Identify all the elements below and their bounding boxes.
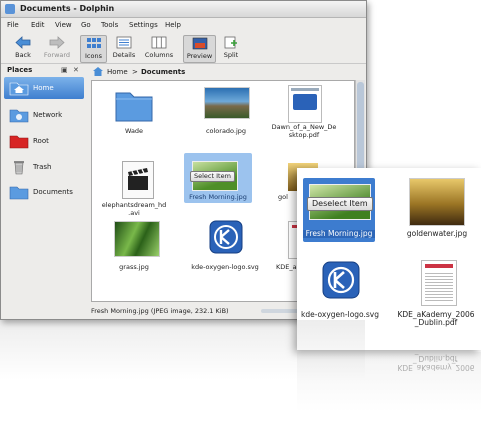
file-name: colorado.jpg <box>205 127 247 135</box>
panel-float-button[interactable]: ▣ <box>61 66 68 74</box>
pdf-thumbnail-dawn[interactable] <box>288 85 322 123</box>
folder-icon <box>115 92 153 122</box>
file-name: Fresh Morning.jpg <box>303 230 375 238</box>
home-icon[interactable] <box>93 67 103 76</box>
breadcrumb-current[interactable]: Documents <box>141 68 185 76</box>
columns-view-icon <box>151 36 167 49</box>
place-label: Root <box>33 137 49 145</box>
place-network[interactable]: Network <box>4 104 84 126</box>
icons-view-label: Icons <box>85 52 102 60</box>
split-view-icon <box>224 36 237 49</box>
columns-view-button[interactable]: Columns <box>142 35 176 61</box>
file-item-wade[interactable] <box>114 87 154 123</box>
file-name: gol <box>278 193 288 201</box>
file-name-line: .avi <box>128 209 140 217</box>
file-name: KDE_aKademy_2006 _Dublin.pdf <box>391 311 481 327</box>
place-trash[interactable]: Trash <box>4 156 84 178</box>
menu-bar: File Edit View Go Tools Settings Help <box>1 18 366 32</box>
pdf-thumbnail-kde-akademy[interactable] <box>421 260 457 306</box>
trash-icon <box>14 161 24 175</box>
details-view-button[interactable]: Details <box>109 35 139 61</box>
back-button[interactable]: Back <box>7 35 39 61</box>
places-title: Places <box>7 66 33 74</box>
file-name: Wade <box>124 127 144 135</box>
preview-toggle-button[interactable]: Preview <box>183 35 216 63</box>
file-name: grass.jpg <box>119 263 149 271</box>
pdf-header-line <box>425 264 453 268</box>
place-label: Documents <box>33 188 73 196</box>
forward-button[interactable]: Forward <box>41 35 73 61</box>
place-documents[interactable]: Documents <box>4 181 84 203</box>
reflected-caption-line: _Dublin.pdf <box>414 354 458 363</box>
preview-icon <box>192 37 207 50</box>
file-name-line: _Dublin.pdf <box>414 318 458 327</box>
file-name-line: sktop.pdf <box>288 131 320 139</box>
breadcrumb-separator: > <box>132 68 138 76</box>
place-label: Trash <box>33 163 52 171</box>
kde-logo-icon <box>209 220 243 254</box>
icons-view-icon <box>86 38 101 48</box>
title-bar[interactable]: Documents - Dolphin <box>1 1 366 18</box>
dolphin-app-icon <box>5 4 15 14</box>
select-item-badge[interactable]: Select Item <box>190 171 235 182</box>
reflected-caption: KDE_aKademy_2006 _Dublin.pdf <box>392 354 480 372</box>
kde-logo-icon <box>322 261 360 299</box>
deselect-item-badge[interactable]: Deselect Item <box>307 197 373 211</box>
back-label: Back <box>15 51 31 59</box>
menu-edit[interactable]: Edit <box>31 21 45 29</box>
file-name: elephantsdream_hd .avi <box>94 201 174 217</box>
file-item-elephantsdream[interactable] <box>122 161 154 199</box>
menu-file[interactable]: File <box>7 21 19 29</box>
file-name: kde-oxygen-logo.svg <box>300 310 379 319</box>
main-toolbar: Back Forward Icons Details Columns Previ… <box>1 33 366 64</box>
preview-label: Preview <box>186 52 213 60</box>
menu-go[interactable]: Go <box>81 21 91 29</box>
file-name-line: Dawn_of_a_New_De <box>271 123 337 131</box>
place-root[interactable]: Root <box>4 130 84 152</box>
columns-view-label: Columns <box>144 51 174 59</box>
kde-logo-icon <box>293 94 317 110</box>
window-title: Documents - Dolphin <box>20 4 115 13</box>
menu-tools[interactable]: Tools <box>101 21 118 29</box>
places-panel: Places ▣ ✕ Home Network Root Trash Docum… <box>1 64 87 304</box>
file-name: goldenwater.jpg <box>406 229 468 238</box>
icons-view-button[interactable]: Icons <box>80 35 107 63</box>
home-folder-icon <box>9 82 29 96</box>
pdf-text-lines <box>425 271 453 301</box>
image-thumbnail-grass[interactable] <box>114 221 160 257</box>
breadcrumb: Home > Documents <box>89 66 365 78</box>
file-name: Dawn_of_a_New_De sktop.pdf <box>264 123 344 139</box>
place-label: Home <box>33 84 54 92</box>
image-thumbnail-goldenwater[interactable] <box>409 178 465 226</box>
file-item-kde-oxygen-logo[interactable] <box>208 219 244 255</box>
status-text: Fresh Morning.jpg (JPEG image, 232.1 KiB… <box>91 307 229 315</box>
panel-close-button[interactable]: ✕ <box>73 66 79 74</box>
menu-settings[interactable]: Settings <box>129 21 158 29</box>
forward-label: Forward <box>43 51 71 59</box>
details-view-icon <box>116 36 132 49</box>
file-name: Fresh Morning.jpg <box>189 193 247 201</box>
arrow-right-icon <box>49 36 65 49</box>
reflected-caption-line: KDE_aKademy_2006 <box>397 363 475 372</box>
network-folder-icon <box>9 109 29 123</box>
arrow-left-icon <box>15 36 31 49</box>
menu-help[interactable]: Help <box>165 21 181 29</box>
documents-folder-icon <box>9 186 29 200</box>
file-name: kde-oxygen-logo.svg <box>191 263 259 271</box>
split-label: Split <box>223 51 239 59</box>
split-button[interactable]: Split <box>218 35 244 61</box>
file-name-line: elephantsdream_hd <box>101 201 167 209</box>
details-view-label: Details <box>112 51 136 59</box>
menu-view[interactable]: View <box>55 21 72 29</box>
file-item-kde-oxygen-logo[interactable] <box>321 260 361 300</box>
image-thumbnail-colorado[interactable] <box>204 87 250 119</box>
place-home[interactable]: Home <box>4 77 84 99</box>
place-label: Network <box>33 111 63 119</box>
pdf-header-line <box>291 88 319 91</box>
video-clapper-icon <box>128 168 148 190</box>
scrollbar-thumb[interactable] <box>357 82 364 172</box>
root-folder-icon <box>9 135 29 149</box>
breadcrumb-home[interactable]: Home <box>107 68 128 76</box>
